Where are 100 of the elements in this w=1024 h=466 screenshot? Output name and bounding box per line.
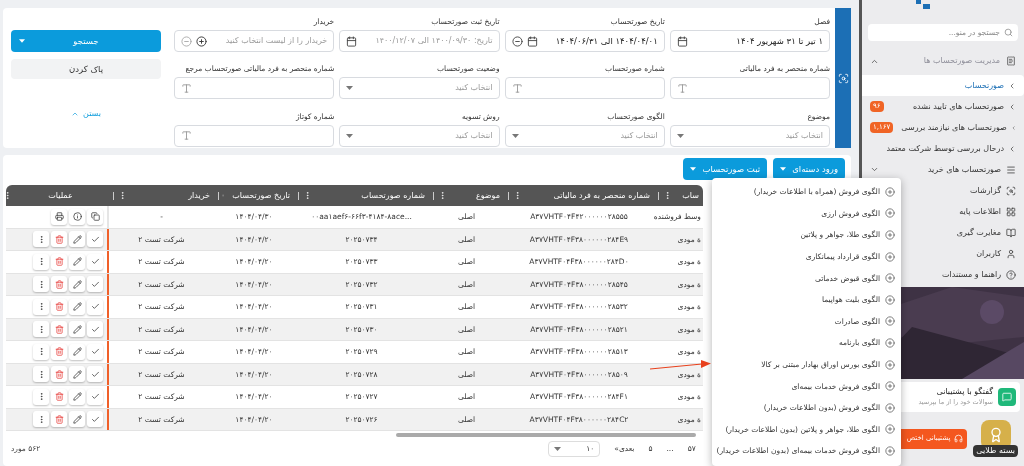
column-menu-icon[interactable] [118,191,127,200]
chevron-up-icon[interactable] [71,110,80,118]
pencil-icon[interactable] [72,369,82,379]
trash-icon[interactable] [54,392,64,402]
chat-title[interactable]: گفتگو با پشتیبانی [918,386,993,399]
confirm-button[interactable] [87,321,103,338]
confirm-button[interactable] [87,276,103,293]
check-icon[interactable] [90,279,100,289]
pencil-icon[interactable] [72,302,82,312]
confirm-button[interactable] [87,298,103,315]
confirm-button[interactable] [87,231,103,248]
check-icon[interactable] [90,347,100,357]
check-icon[interactable] [90,234,100,244]
trash-icon[interactable] [54,347,64,357]
edit-button[interactable] [69,253,85,270]
input-field[interactable]: ۱۴۰۴/۰۴/۰۱ الی ۱۴۰۴/۰۶/۳۱ [504,30,665,52]
menu-item[interactable]: کاربران [976,247,1001,260]
edit-button[interactable] [69,343,85,360]
print-button[interactable] [51,208,67,225]
info-button[interactable] [69,208,85,225]
pencil-icon[interactable] [72,279,82,289]
column-header[interactable]: خریدار [188,189,210,202]
trash-icon[interactable] [54,324,64,334]
delete-button[interactable] [51,343,67,360]
column-header[interactable]: ساب [682,189,699,202]
column-menu-icon[interactable] [438,191,447,200]
delete-button[interactable] [51,298,67,315]
menu-item[interactable]: صورتحساب [862,75,1024,96]
edit-button[interactable] [69,366,85,383]
headphones-icon[interactable] [954,434,964,443]
trash-icon[interactable] [54,369,64,379]
menu-item[interactable]: مغایرت گیری [956,226,1001,239]
menu-item[interactable]: درحال بررسی توسط شرکت معتمد [862,138,1024,159]
column-header[interactable]: موضوع [475,189,500,202]
menu-item[interactable]: صورتحساب های خرید [927,163,1001,176]
caret-icon[interactable] [780,167,787,171]
input-field[interactable] [174,77,335,100]
trash-icon[interactable] [54,257,64,267]
copy-button[interactable] [87,208,103,225]
clear-button[interactable]: پاک کردن [11,59,161,79]
caret-icon[interactable] [690,167,697,171]
input-field[interactable] [174,124,335,147]
input-field[interactable] [504,77,665,100]
trash-icon[interactable] [54,414,64,424]
edit-button[interactable] [69,298,85,315]
check-icon[interactable] [90,257,100,267]
chevron-icon[interactable] [1008,81,1016,90]
add-icon[interactable] [196,35,207,47]
delete-button[interactable] [51,276,67,293]
menu-item[interactable]: اطلاعات پایه [959,205,1001,218]
printer-icon[interactable] [54,212,64,222]
pencil-icon[interactable] [72,324,82,334]
calendar-icon[interactable] [676,35,688,47]
chevron-icon[interactable] [1008,102,1016,111]
edit-button[interactable] [69,276,85,293]
caret-icon[interactable] [19,39,25,43]
menu-item[interactable]: گزارشات [970,184,1001,197]
column-header[interactable]: شماره صورتحساب [361,189,425,202]
pencil-icon[interactable] [72,414,82,424]
edit-button[interactable] [69,231,85,248]
column-menu-icon[interactable] [3,191,12,200]
calendar-icon[interactable] [526,35,538,47]
copy-icon[interactable] [90,212,100,222]
pencil-icon[interactable] [72,347,82,357]
check-icon[interactable] [90,392,100,402]
column-menu-icon[interactable] [513,191,522,200]
column-header[interactable]: تاریخ صورتحساب [232,189,290,202]
confirm-button[interactable] [87,366,103,383]
delete-button[interactable] [51,231,67,248]
delete-button[interactable] [51,321,67,338]
edit-button[interactable] [69,321,85,338]
delete-button[interactable] [51,253,67,270]
pencil-icon[interactable] [72,392,82,402]
minus-icon[interactable] [511,35,523,47]
column-menu-icon[interactable] [663,191,672,200]
trash-icon[interactable] [54,302,64,312]
trash-icon[interactable] [54,234,64,244]
trash-icon[interactable] [54,279,64,289]
edit-button[interactable] [69,411,85,428]
confirm-button[interactable] [87,253,103,270]
menu-item[interactable]: راهنما و مستندات [942,268,1001,281]
info-icon[interactable] [72,212,82,222]
check-icon[interactable] [90,414,100,424]
confirm-button[interactable] [87,388,103,405]
column-menu-icon[interactable] [303,191,312,200]
chevron-icon[interactable] [1008,144,1016,153]
check-icon[interactable] [90,369,100,379]
input-field[interactable]: ۱ تیر تا ۳۱ شهریور ۱۴۰۴ [669,30,830,52]
filter-search-icon[interactable] [837,72,849,84]
column-header[interactable]: شماره منحصر به فرد مالیاتی [553,189,650,202]
check-icon[interactable] [90,324,100,334]
confirm-button[interactable] [87,343,103,360]
pencil-icon[interactable] [72,234,82,244]
expand-icon[interactable] [870,165,879,174]
calendar-icon[interactable] [346,35,358,47]
confirm-button[interactable] [87,411,103,428]
input-field[interactable] [669,77,830,100]
scrollbar[interactable] [396,433,696,437]
check-icon[interactable] [90,302,100,312]
edit-button[interactable] [69,388,85,405]
